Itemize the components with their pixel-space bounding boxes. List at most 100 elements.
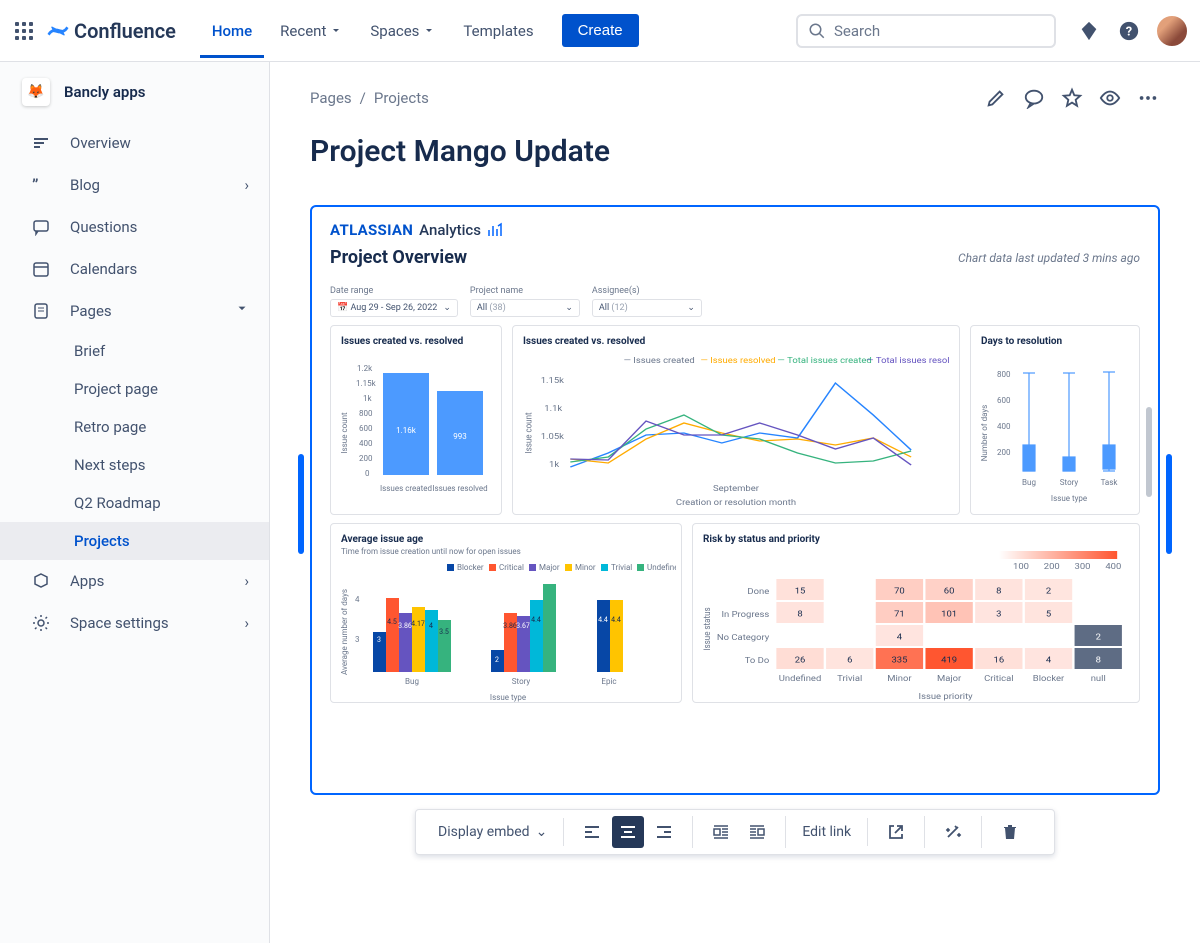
resize-handle-right[interactable] [1166, 454, 1172, 554]
sidebar-item-project-page[interactable]: Project page [0, 370, 269, 408]
align-left-button[interactable] [576, 816, 608, 848]
svg-text:In Progress: In Progress [721, 611, 769, 620]
svg-text:400: 400 [359, 439, 373, 448]
breadcrumb-current[interactable]: Projects [374, 89, 429, 107]
filter-project-select[interactable]: All (38)⌄ [470, 299, 580, 317]
filter-assignee: Assignee(s) All (12)⌄ [592, 286, 702, 317]
svg-text:26: 26 [795, 656, 806, 665]
notifications-icon[interactable] [1076, 18, 1102, 44]
svg-text:— Total issues resolved: — Total issues resolved [866, 357, 949, 366]
sidebar-item-retro-page[interactable]: Retro page [0, 408, 269, 446]
svg-text:4.4: 4.4 [531, 616, 541, 624]
svg-text:2: 2 [1046, 587, 1051, 596]
calendar-icon [30, 258, 52, 280]
scrollbar[interactable] [1146, 407, 1152, 497]
delete-icon[interactable] [994, 816, 1026, 848]
questions-icon [30, 216, 52, 238]
svg-text:— Issues resolved: — Issues resolved [701, 357, 776, 366]
svg-text:Major: Major [937, 675, 961, 684]
svg-text:8: 8 [996, 587, 1001, 596]
svg-text:Story: Story [1060, 478, 1079, 487]
svg-text:1k: 1k [363, 394, 372, 403]
nav-spaces[interactable]: Spaces [358, 4, 447, 58]
comment-icon[interactable] [1022, 86, 1046, 110]
sidebar-item-q2-roadmap[interactable]: Q2 Roadmap [0, 484, 269, 522]
sidebar-item-projects[interactable]: Projects [0, 522, 269, 560]
svg-text:Issue priority: Issue priority [919, 693, 974, 701]
align-right-button[interactable] [648, 816, 680, 848]
svg-text:15: 15 [795, 587, 806, 596]
search-icon [808, 22, 826, 40]
create-button[interactable]: Create [562, 14, 639, 47]
open-external-icon[interactable] [880, 816, 912, 848]
sidebar-item-overview[interactable]: Overview [0, 122, 269, 164]
sidebar-item-brief[interactable]: Brief [0, 332, 269, 370]
nav-templates[interactable]: Templates [451, 4, 545, 58]
embed-toolbar: Display embed ⌄ Edit link [415, 809, 1055, 855]
sidebar-item-calendars[interactable]: Calendars [0, 248, 269, 290]
svg-text:300: 300 [1075, 563, 1091, 572]
wrap-left-button[interactable] [705, 816, 737, 848]
overview-icon [30, 132, 52, 154]
wrap-right-button[interactable] [741, 816, 773, 848]
app-switcher-icon[interactable] [12, 19, 36, 43]
svg-text:Issue count: Issue count [341, 412, 349, 454]
chart-average-age: Average issue age Time from issue creati… [330, 523, 682, 703]
svg-text:Issues resolved: Issues resolved [432, 484, 487, 493]
magic-icon[interactable] [937, 816, 969, 848]
sidebar-item-next-steps[interactable]: Next steps [0, 446, 269, 484]
svg-text:September: September [713, 485, 759, 494]
star-icon[interactable] [1060, 86, 1084, 110]
sidebar-item-blog[interactable]: ”Blog› [0, 164, 269, 206]
last-updated: Chart data last updated 3 mins ago [958, 251, 1140, 265]
svg-text:3.5: 3.5 [439, 628, 449, 636]
chevron-down-icon [235, 302, 249, 320]
nav-home[interactable]: Home [200, 4, 264, 58]
sidebar-item-apps[interactable]: Apps› [0, 560, 269, 602]
help-icon[interactable]: ? [1116, 18, 1142, 44]
svg-text:400: 400 [997, 422, 1011, 431]
resize-handle-left[interactable] [298, 454, 304, 554]
svg-text:— Issues created: — Issues created [624, 357, 695, 366]
chart-issues-line: Issues created vs. resolved — Issues cre… [512, 325, 960, 515]
filter-date-range: Date range 📅 Aug 29 - Sep 26, 2022⌄ [330, 286, 458, 317]
svg-text:200: 200 [1044, 563, 1060, 572]
avatar[interactable] [1156, 15, 1188, 47]
display-mode-select[interactable]: Display embed ⌄ [434, 818, 551, 846]
watch-icon[interactable] [1098, 86, 1122, 110]
analytics-embed[interactable]: ATLASSIAN Analytics Project Overview Cha… [310, 205, 1160, 795]
gear-icon [30, 612, 52, 634]
pages-icon [30, 300, 52, 322]
nav-recent[interactable]: Recent [268, 4, 354, 58]
svg-text:Undefined: Undefined [779, 675, 822, 684]
chevron-down-icon: ⌄ [536, 824, 548, 840]
svg-text:To Do: To Do [745, 657, 770, 666]
svg-text:Epic: Epic [601, 677, 616, 686]
svg-text:Blocker: Blocker [457, 563, 484, 572]
svg-text:— Total issues created: — Total issues created [777, 357, 871, 366]
atlassian-analytics-logo: ATLASSIAN Analytics [330, 221, 1140, 239]
chevron-right-icon: › [244, 176, 249, 194]
confluence-logo[interactable]: Confluence [46, 19, 176, 43]
sidebar-item-space-settings[interactable]: Space settings› [0, 602, 269, 644]
svg-text:1.15k: 1.15k [541, 377, 565, 386]
edit-link-button[interactable]: Edit link [798, 818, 855, 846]
edit-icon[interactable] [984, 86, 1008, 110]
chart-risk-heatmap: Risk by status and priority 100200300400… [692, 523, 1140, 703]
svg-text:1.15k: 1.15k [356, 379, 377, 388]
sidebar-item-questions[interactable]: Questions [0, 206, 269, 248]
chevron-right-icon: › [244, 572, 249, 590]
svg-text:Blocker: Blocker [1033, 675, 1064, 684]
more-icon[interactable] [1136, 86, 1160, 110]
filter-assignee-select[interactable]: All (12)⌄ [592, 299, 702, 317]
svg-text:335: 335 [891, 656, 907, 665]
search-input[interactable]: Search [796, 14, 1056, 48]
space-header[interactable]: 🦊 Bancly apps [0, 78, 269, 122]
sidebar-item-pages[interactable]: Pages [0, 290, 269, 332]
svg-text:Creation or resolution month: Creation or resolution month [676, 499, 796, 508]
breadcrumb-root[interactable]: Pages [310, 89, 352, 107]
filter-date-range-select[interactable]: 📅 Aug 29 - Sep 26, 2022⌄ [330, 299, 458, 317]
svg-text:Minor: Minor [575, 563, 596, 572]
align-center-button[interactable] [612, 816, 644, 848]
chevron-down-icon [423, 25, 435, 37]
